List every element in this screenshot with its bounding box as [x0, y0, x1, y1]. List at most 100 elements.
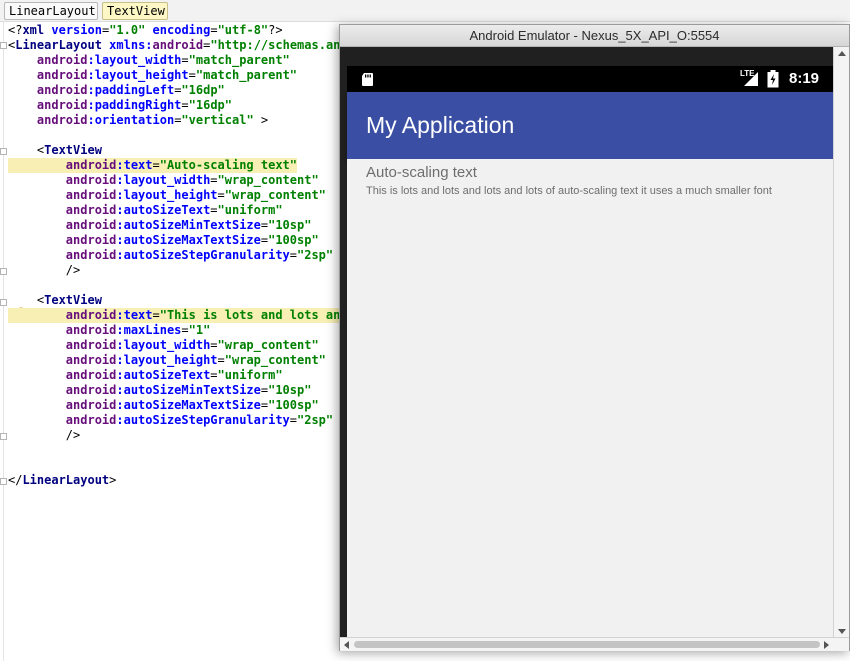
code-line[interactable]: android:autoSizeMaxTextSize="100sp" — [8, 233, 319, 248]
vertical-scrollbar[interactable] — [833, 47, 849, 637]
signal-icon — [744, 72, 758, 86]
code-line[interactable]: android:orientation="vertical" > — [8, 113, 268, 128]
code-token: :layout_width — [116, 173, 211, 187]
code-token: android — [65, 338, 117, 352]
code-line[interactable]: <LinearLayout xmlns:android="http://sche… — [8, 38, 355, 53]
code-token: = — [210, 173, 218, 187]
code-token: = — [188, 68, 196, 82]
code-token: > — [109, 473, 117, 487]
code-token: = — [152, 158, 160, 172]
code-line[interactable]: android:layout_height="wrap_content" — [8, 353, 326, 368]
code-token: :paddingLeft — [87, 83, 175, 97]
code-token: :autoSizeText — [116, 368, 211, 382]
code-token: > — [253, 113, 269, 127]
scroll-down-arrow-icon[interactable] — [838, 629, 846, 634]
code-line[interactable]: android:autoSizeMaxTextSize="100sp" — [8, 398, 319, 413]
fold-icon[interactable] — [0, 42, 7, 49]
code-line[interactable]: android:layout_width="wrap_content" — [8, 338, 319, 353]
code-token: :autoSizeText — [116, 203, 211, 217]
code-token: :layout_width — [116, 338, 211, 352]
code-token: :autoSizeMinTextSize — [116, 218, 261, 232]
horizontal-scroll-thumb[interactable] — [354, 641, 820, 648]
status-bar: LTE 8:19 — [347, 66, 833, 92]
code-token: "wrap_content" — [217, 338, 319, 352]
code-token: android — [65, 248, 117, 262]
code-token: </ — [8, 473, 23, 487]
code-line[interactable]: android:layout_width="match_parent" — [8, 53, 290, 68]
code-line[interactable]: <?xml version="1.0" encoding="utf-8"?> — [8, 23, 283, 38]
code-token: android — [152, 38, 204, 52]
code-token: "utf-8" — [217, 23, 269, 37]
app-bar: My Application — [347, 92, 833, 159]
code-token: encoding — [152, 23, 211, 37]
code-token: = — [217, 188, 225, 202]
code-token: "vertical" — [181, 113, 254, 127]
code-token: = — [181, 98, 189, 112]
code-line[interactable]: android:layout_height="match_parent" — [8, 68, 297, 83]
code-line[interactable]: /> — [8, 263, 80, 278]
code-line[interactable]: /> — [8, 428, 80, 443]
code-line[interactable]: android:maxLines="1" — [8, 323, 211, 338]
app-screen: Auto-scaling text This is lots and lots … — [347, 159, 833, 637]
code-line[interactable]: android:layout_height="wrap_content" — [8, 188, 326, 203]
device-frame: LTE 8:19 My Application Auto-scaling tex… — [340, 47, 849, 637]
code-line[interactable]: android:layout_width="wrap_content" — [8, 173, 319, 188]
fold-icon[interactable] — [0, 478, 7, 485]
code-token: = — [210, 338, 218, 352]
fold-icon[interactable] — [0, 268, 7, 275]
code-token: /> — [8, 428, 81, 442]
code-token: :layout_height — [116, 353, 218, 367]
code-token: /> — [8, 263, 81, 277]
code-line[interactable]: android:paddingRight="16dp" — [8, 98, 232, 113]
code-line[interactable]: android:autoSizeStepGranularity="2sp" — [8, 413, 333, 428]
scroll-right-arrow-icon[interactable] — [824, 641, 829, 649]
code-token: "wrap_content" — [217, 173, 319, 187]
scroll-up-arrow-icon[interactable] — [838, 51, 846, 56]
code-line[interactable]: <TextView — [8, 293, 102, 308]
fold-icon[interactable] — [0, 148, 7, 155]
code-line[interactable]: android:autoSizeText="uniform" — [8, 368, 283, 383]
code-token: "This is lots and lots and — [159, 308, 348, 322]
code-token: :autoSizeMaxTextSize — [116, 398, 261, 412]
horizontal-scrollbar[interactable] — [340, 637, 849, 651]
code-token: = — [152, 308, 160, 322]
code-line[interactable]: android:text="Auto-scaling text" — [8, 158, 298, 173]
code-token: android — [36, 53, 88, 67]
code-line[interactable]: <TextView — [8, 143, 102, 158]
fold-icon[interactable] — [0, 433, 7, 440]
code-token: "match_parent" — [195, 68, 298, 82]
code-token: android — [65, 233, 117, 247]
code-line[interactable]: </LinearLayout> — [8, 473, 116, 488]
code-token: android — [65, 158, 117, 172]
fold-icon[interactable] — [0, 299, 7, 306]
code-line[interactable]: android:autoSizeMinTextSize="10sp" — [8, 383, 312, 398]
code-token: "10sp" — [268, 383, 312, 397]
code-token: android — [65, 308, 117, 322]
code-line[interactable]: android:autoSizeStepGranularity="2sp" — [8, 248, 333, 263]
code-line[interactable]: android:autoSizeMinTextSize="10sp" — [8, 218, 312, 233]
code-token: = — [210, 23, 218, 37]
code-token: android — [65, 398, 117, 412]
emulator-window[interactable]: Android Emulator - Nexus_5X_API_O:5554 L… — [339, 24, 850, 651]
code-token: :layout_height — [87, 68, 189, 82]
code-token: :autoSizeStepGranularity — [116, 413, 290, 427]
sd-card-icon — [362, 73, 373, 86]
code-line[interactable]: android:autoSizeText="uniform" — [8, 203, 283, 218]
code-token: :orientation — [87, 113, 175, 127]
code-token: LinearLayout — [22, 473, 110, 487]
code-line[interactable]: android:paddingLeft="16dp" — [8, 83, 225, 98]
breadcrumb-item-textview[interactable]: TextView — [102, 2, 168, 20]
code-line[interactable]: android:text="This is lots and lots and — [8, 308, 348, 323]
scroll-left-arrow-icon[interactable] — [344, 641, 349, 649]
code-token: android — [36, 68, 88, 82]
breadcrumb-item-linearlayout[interactable]: LinearLayout — [4, 2, 98, 20]
